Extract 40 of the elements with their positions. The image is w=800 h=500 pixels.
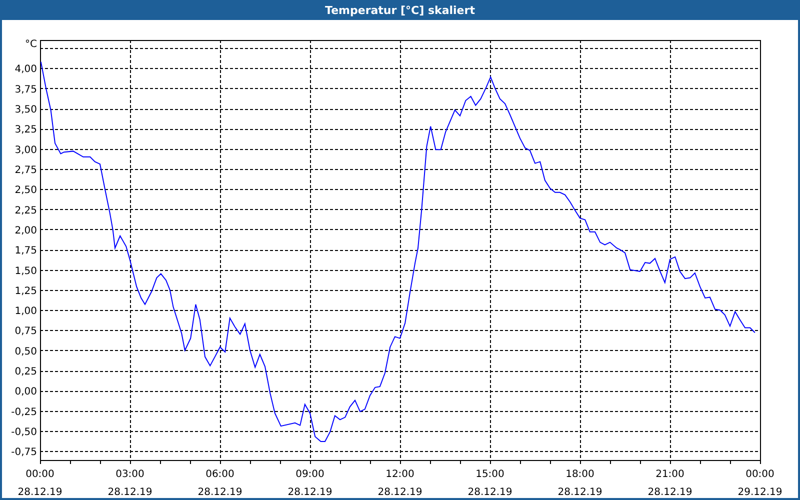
axis-tick-label: 4,00	[14, 64, 37, 76]
axis-tick-label: 21:00	[656, 469, 684, 480]
axis-tick-label: 06:00	[206, 469, 234, 480]
window-title: Temperatur [°C] skaliert	[325, 4, 475, 16]
axis-tick-label: 0,00	[14, 386, 37, 398]
axis-tick-label: 0,25	[14, 366, 37, 378]
axis-tick-label: -0,50	[11, 426, 37, 438]
axis-date-label: 28.12.19	[558, 487, 602, 498]
axis-tick-label: 2,00	[14, 225, 37, 236]
axis-tick-label: 1,00	[14, 306, 37, 318]
axis-tick-label: 0,75	[14, 326, 37, 338]
axis-tick-label: 00:00	[746, 469, 774, 480]
axis-tick-label: -0,25	[11, 406, 37, 418]
axis-tick-label: 3,25	[14, 124, 37, 136]
axis-date-label: 28.12.19	[288, 487, 332, 498]
axis-tick-label: 18:00	[566, 469, 594, 480]
axis-tick-label: 3,50	[14, 104, 37, 116]
axis-tick-label: 09:00	[296, 469, 324, 480]
axis-tick-label: 1,75	[14, 246, 37, 257]
axis-tick-label: 2,50	[14, 185, 37, 196]
axis-tick-label: 1,25	[14, 286, 37, 297]
axis-tick-label: 15:00	[476, 469, 504, 480]
axis-date-label: 28.12.19	[378, 487, 422, 498]
axis-date-label: 28.12.19	[468, 487, 512, 498]
axis-tick-label: 3,00	[14, 144, 37, 156]
axis-tick-label: 0,50	[14, 346, 37, 358]
axis-tick-label: 3,75	[14, 84, 37, 96]
axis-tick-label: 03:00	[116, 469, 144, 480]
axis-date-label: 28.12.19	[18, 487, 62, 498]
axis-date-label: 28.12.19	[198, 487, 242, 498]
axis-tick-label: 2,25	[14, 205, 37, 216]
axis-tick-label: 2,75	[14, 164, 37, 176]
axis-tick-label: -0,75	[11, 447, 37, 458]
axis-tick-label: 12:00	[386, 469, 414, 480]
axis-unit-label: °C	[25, 39, 37, 50]
axis-date-label: 29.12.19	[738, 487, 782, 498]
axis-tick-label: 00:00	[26, 469, 54, 480]
axis-tick-label: 1,50	[14, 266, 37, 277]
axis-date-label: 28.12.19	[108, 487, 152, 498]
axis-date-label: 28.12.19	[648, 487, 692, 498]
